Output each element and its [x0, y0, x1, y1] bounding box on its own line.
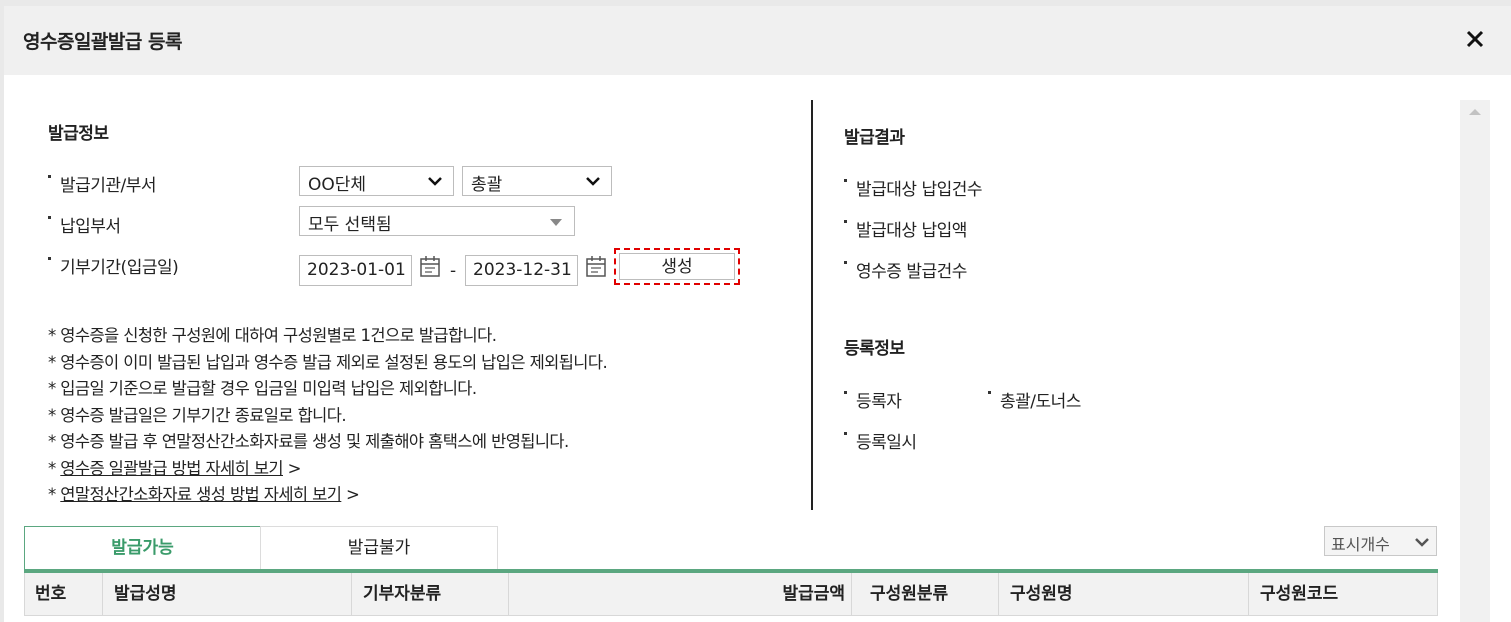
date-to-input[interactable]: 2023-12-31 [465, 255, 578, 286]
pay-dept-label: 납입부서 [48, 212, 121, 237]
column-header-amount[interactable]: 발급금액 [509, 573, 852, 616]
link-suffix: > [341, 485, 360, 504]
column-header-no[interactable]: 번호 [25, 573, 103, 616]
period-label: 기부기간(입금일) [47, 253, 179, 278]
dialog-title: 영수증일괄발급 등록 [23, 31, 182, 53]
pay-dept-select[interactable]: 모두 선택됨 [299, 206, 575, 236]
close-icon [1466, 30, 1484, 48]
note-item: * 영수증이 이미 발급된 납입과 영수증 발급 제외로 설정된 용도의 납입은… [48, 352, 608, 372]
link-prefix: * [48, 485, 61, 504]
chevron-down-icon [1415, 538, 1429, 547]
date-from-input[interactable]: 2023-01-01 [299, 255, 412, 286]
generate-button-label: 생성 [619, 253, 735, 280]
tab-available[interactable]: 발급가능 [24, 526, 261, 569]
org-select[interactable]: OO단체 [299, 166, 454, 196]
registration-datetime-label: 등록일시 [844, 428, 917, 453]
vertical-scrollbar[interactable] [1460, 100, 1490, 622]
date-separator: - [450, 261, 457, 281]
note-item: * 영수증 발급일은 기부기간 종료일로 합니다. [48, 405, 347, 425]
column-header-issue-name[interactable]: 발급성명 [103, 573, 352, 616]
registrant-label: 등록자 [843, 387, 902, 412]
chevron-down-icon [586, 177, 600, 186]
note-item: * 입금일 기준으로 발급할 경우 입금일 미입력 납입은 제외합니다. [48, 379, 477, 398]
calendar-icon[interactable] [585, 255, 607, 279]
link-suffix: > [283, 458, 302, 478]
close-button[interactable] [1460, 24, 1490, 54]
tax-data-help-link[interactable]: 연말정산간소화자료 생성 방법 자세히 보기 [60, 485, 342, 504]
org-select-value: OO단체 [308, 175, 367, 195]
scroll-up-arrow-icon[interactable] [1469, 109, 1481, 115]
dialog-content: 발급정보 발급기관/부서 OO단체 총괄 납입부서 모두 선택됨 기부기간(입금… [4, 75, 1511, 622]
registration-title: 등록정보 [844, 339, 905, 359]
receipt-bulk-issue-dialog: 영수증일괄발급 등록 발급정보 발급기관/부서 OO단체 총괄 납입부서 모두 … [4, 6, 1511, 622]
dept-select-value: 총괄 [471, 175, 503, 195]
note-item: * 영수증을 신청한 구성원에 대하여 구성원별로 1건으로 발급합니다. [48, 326, 497, 345]
dept-select[interactable]: 총괄 [462, 166, 612, 196]
receipt-count-label: 영수증 발급건수 [844, 257, 967, 282]
note-item: * 영수증 발급 후 연말정산간소화자료를 생성 및 제출해야 홈택스에 반영됩… [48, 432, 569, 451]
note-link-row: * 영수증 일괄발급 방법 자세히 보기 > [48, 456, 808, 483]
table-header: 번호 발급성명 기부자분류 발급금액 구성원분류 구성원명 구성원코드 [24, 573, 1438, 616]
link-prefix: * [48, 458, 61, 478]
note-link-row: * 연말정산간소화자료 생성 방법 자세히 보기 > [48, 482, 808, 509]
column-header-member-code[interactable]: 구성원코드 [1249, 573, 1439, 616]
target-count-label: 발급대상 납입건수 [843, 175, 983, 200]
dialog-titlebar: 영수증일괄발급 등록 [4, 6, 1511, 75]
calendar-icon[interactable] [419, 255, 441, 279]
result-title: 발급결과 [844, 128, 905, 148]
org-label: 발급기관/부서 [47, 171, 157, 196]
triangle-down-icon [550, 219, 562, 226]
display-count-label: 표시개수 [1331, 535, 1390, 554]
pay-dept-select-value: 모두 선택됨 [308, 215, 392, 235]
column-header-donor-type[interactable]: 기부자분류 [352, 573, 509, 616]
target-amount-label: 발급대상 납입액 [844, 216, 967, 241]
tab-unavailable[interactable]: 발급불가 [260, 526, 498, 569]
column-header-member-name[interactable]: 구성원명 [999, 573, 1249, 616]
notes-list: * 영수증을 신청한 구성원에 대하여 구성원별로 1건으로 발급합니다. * … [48, 323, 808, 509]
display-count-select[interactable]: 표시개수 [1324, 526, 1437, 556]
registrant-value: 총괄/도너스 [988, 387, 1081, 412]
section-divider [811, 100, 813, 510]
generate-button[interactable]: 생성 [614, 248, 740, 285]
bulk-issue-help-link[interactable]: 영수증 일괄발급 방법 자세히 보기 [60, 459, 283, 478]
column-header-member-type[interactable]: 구성원분류 [852, 573, 999, 616]
chevron-down-icon [428, 177, 442, 186]
issue-info-title: 발급정보 [48, 124, 109, 144]
